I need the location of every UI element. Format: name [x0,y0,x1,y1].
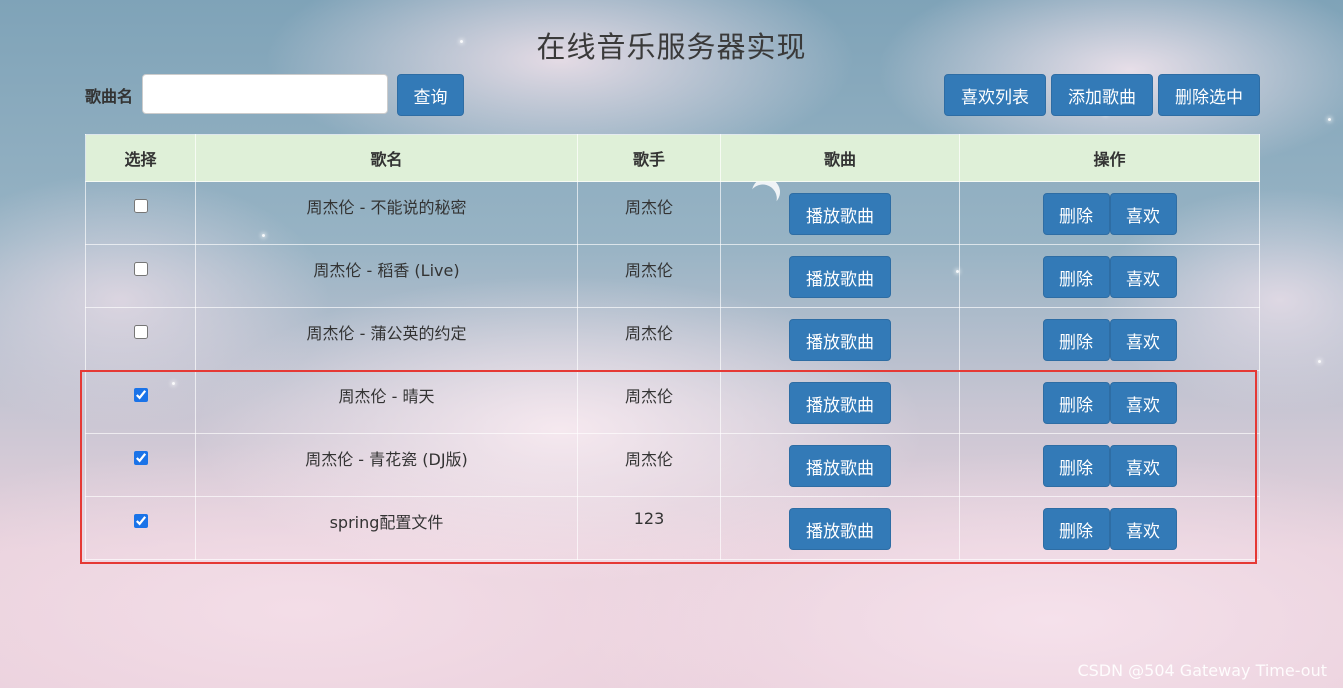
title-cell: 周杰伦 - 晴天 [195,370,578,434]
play-cell: 播放歌曲 [720,433,960,497]
favorites-list-button[interactable]: 喜欢列表 [944,74,1046,116]
delete-song-button[interactable]: 删除 [1042,256,1110,298]
column-header-title: 歌名 [195,134,578,182]
row-select-checkbox[interactable] [133,451,148,465]
like-song-button[interactable]: 喜欢 [1109,319,1177,361]
add-song-button[interactable]: 添加歌曲 [1051,74,1153,116]
column-header-actions: 操作 [959,134,1260,182]
play-cell: 播放歌曲 [720,307,960,371]
song-singer: 周杰伦 [624,324,673,343]
song-table-container: 选择 歌名 歌手 歌曲 操作 周杰伦 - 不能说的秘密 周杰伦 播放歌曲 删除 喜欢 周杰… [85,134,1260,560]
delete-selected-button[interactable]: 删除选中 [1158,74,1260,116]
play-song-button[interactable]: 播放歌曲 [789,508,891,550]
song-title: 周杰伦 - 稻香 (Live) [313,261,460,280]
search-button[interactable]: 查询 [397,74,464,116]
singer-cell: 123 [577,496,721,560]
title-cell: 周杰伦 - 青花瓷 (DJ版) [195,433,578,497]
play-cell: 播放歌曲 [720,496,960,560]
play-cell: 播放歌曲 [720,370,960,434]
table-row: 周杰伦 - 蒲公英的约定 周杰伦 播放歌曲 删除 喜欢 [85,307,1260,371]
table-row: 周杰伦 - 不能说的秘密 周杰伦 播放歌曲 删除 喜欢 [85,181,1260,245]
table-row: 周杰伦 - 青花瓷 (DJ版) 周杰伦 播放歌曲 删除 喜欢 [85,433,1260,497]
song-title: 周杰伦 - 晴天 [338,387,435,406]
table-body: 周杰伦 - 不能说的秘密 周杰伦 播放歌曲 删除 喜欢 周杰伦 - 稻香 (Live) 周杰… [85,181,1260,560]
song-singer: 123 [633,509,665,528]
singer-cell: 周杰伦 [577,244,721,308]
song-singer: 周杰伦 [624,450,673,469]
delete-song-button[interactable]: 删除 [1042,382,1110,424]
select-cell [85,181,196,245]
table-row: 周杰伦 - 稻香 (Live) 周杰伦 播放歌曲 删除 喜欢 [85,244,1260,308]
delete-song-button[interactable]: 删除 [1042,508,1110,550]
song-title: 周杰伦 - 青花瓷 (DJ版) [305,450,468,469]
song-singer: 周杰伦 [624,387,673,406]
song-singer: 周杰伦 [624,198,673,217]
title-cell: 周杰伦 - 不能说的秘密 [195,181,578,245]
song-title: 周杰伦 - 蒲公英的约定 [306,324,467,343]
table-header-row: 选择 歌名 歌手 歌曲 操作 [85,134,1260,182]
play-song-button[interactable]: 播放歌曲 [789,382,891,424]
row-select-checkbox[interactable] [133,199,148,213]
actions-cell: 删除 喜欢 [959,370,1260,434]
select-cell [85,244,196,308]
play-cell: 播放歌曲 [720,181,960,245]
song-table: 选择 歌名 歌手 歌曲 操作 周杰伦 - 不能说的秘密 周杰伦 播放歌曲 删除 喜欢 周杰… [85,134,1260,560]
star-decoration [1328,118,1331,121]
column-header-select: 选择 [85,134,196,182]
play-song-button[interactable]: 播放歌曲 [789,256,891,298]
title-cell: 周杰伦 - 稻香 (Live) [195,244,578,308]
delete-song-button[interactable]: 删除 [1042,319,1110,361]
play-cell: 播放歌曲 [720,244,960,308]
actions-cell: 删除 喜欢 [959,496,1260,560]
watermark: CSDN @504 Gateway Time-out [1077,661,1327,680]
select-cell [85,496,196,560]
play-song-button[interactable]: 播放歌曲 [789,193,891,235]
delete-song-button[interactable]: 删除 [1042,445,1110,487]
singer-cell: 周杰伦 [577,370,721,434]
singer-cell: 周杰伦 [577,433,721,497]
actions-cell: 删除 喜欢 [959,244,1260,308]
star-decoration [1318,360,1321,363]
like-song-button[interactable]: 喜欢 [1109,193,1177,235]
column-header-singer: 歌手 [577,134,721,182]
select-cell [85,307,196,371]
like-song-button[interactable]: 喜欢 [1109,382,1177,424]
song-title: spring配置文件 [329,513,444,532]
search-input[interactable] [142,74,388,114]
title-cell: 周杰伦 - 蒲公英的约定 [195,307,578,371]
actions-cell: 删除 喜欢 [959,433,1260,497]
like-song-button[interactable]: 喜欢 [1109,508,1177,550]
select-cell [85,433,196,497]
singer-cell: 周杰伦 [577,307,721,371]
song-title: 周杰伦 - 不能说的秘密 [306,198,467,217]
page-title: 在线音乐服务器实现 [536,30,807,64]
play-song-button[interactable]: 播放歌曲 [789,445,891,487]
like-song-button[interactable]: 喜欢 [1109,445,1177,487]
song-singer: 周杰伦 [624,261,673,280]
delete-song-button[interactable]: 删除 [1042,193,1110,235]
singer-cell: 周杰伦 [577,181,721,245]
search-label: 歌曲名 [85,87,134,106]
column-header-song: 歌曲 [720,134,960,182]
row-select-checkbox[interactable] [133,325,148,339]
actions-cell: 删除 喜欢 [959,181,1260,245]
row-select-checkbox[interactable] [133,514,148,528]
play-song-button[interactable]: 播放歌曲 [789,319,891,361]
row-select-checkbox[interactable] [133,262,148,276]
table-row: 周杰伦 - 晴天 周杰伦 播放歌曲 删除 喜欢 [85,370,1260,434]
actions-cell: 删除 喜欢 [959,307,1260,371]
like-song-button[interactable]: 喜欢 [1109,256,1177,298]
row-select-checkbox[interactable] [133,388,148,402]
table-row: spring配置文件 123 播放歌曲 删除 喜欢 [85,496,1260,560]
select-cell [85,370,196,434]
title-cell: spring配置文件 [195,496,578,560]
